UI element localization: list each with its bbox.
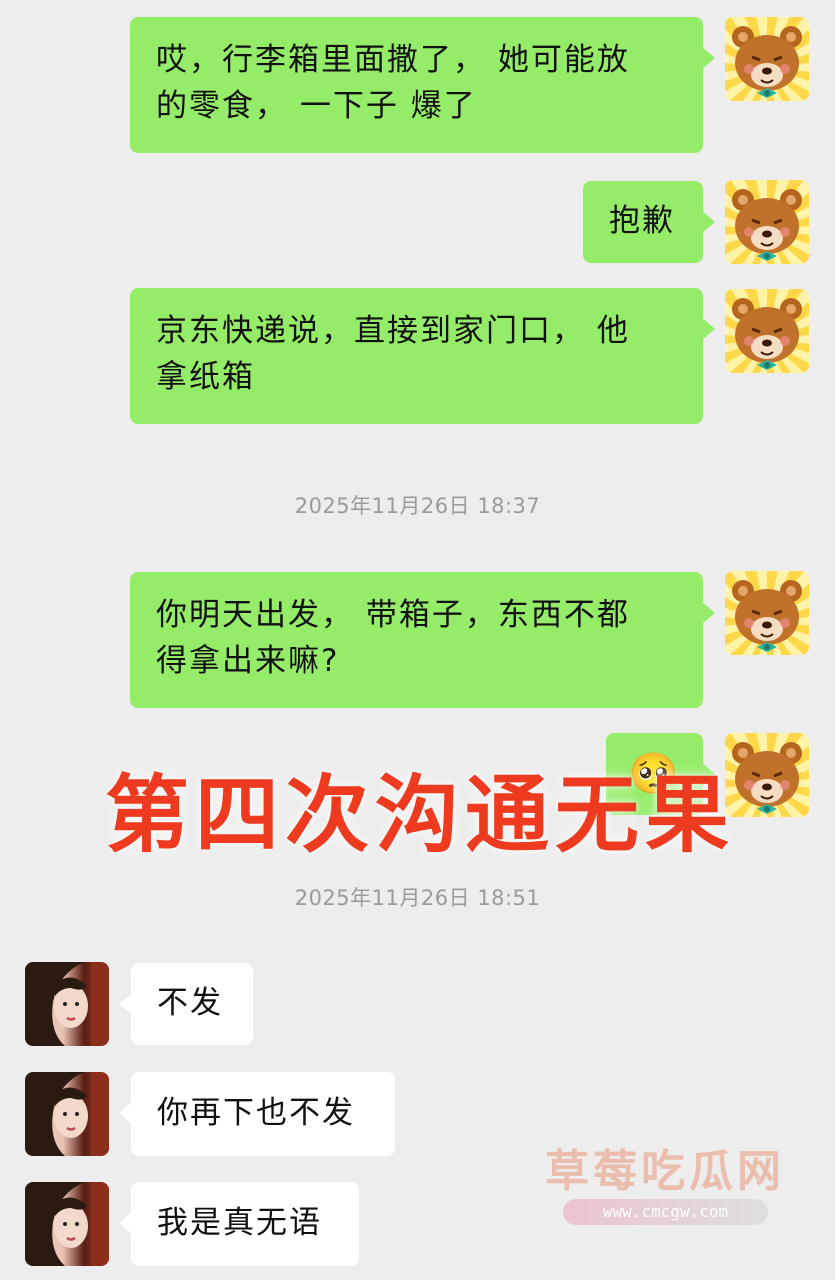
bear-avatar[interactable] bbox=[725, 180, 809, 264]
message-text: 抱歉 bbox=[609, 203, 675, 239]
bear-avatar[interactable] bbox=[725, 571, 809, 655]
message-text: 你明天出发， 带箱子，东西不都 bbox=[156, 597, 630, 633]
timestamp: 2025年11月26日 18:37 bbox=[294, 494, 541, 518]
message-text: 的零食， 一下子 爆了 bbox=[156, 88, 477, 124]
bear-avatar[interactable] bbox=[725, 289, 809, 373]
contact-avatar[interactable] bbox=[25, 1182, 109, 1266]
message-text: 你再下也不发 bbox=[157, 1095, 355, 1131]
chat-view: 哎，行李箱里面撒了， 她可能放 的零食， 一下子 爆了 抱歉 京东快递说，直接到… bbox=[0, 0, 835, 1280]
contact-avatar[interactable] bbox=[25, 962, 109, 1046]
message-bubble-outgoing[interactable]: 你明天出发， 带箱子，东西不都 得拿出来嘛? bbox=[130, 572, 715, 708]
bear-icon bbox=[732, 189, 802, 261]
timestamp: 2025年11月26日 18:51 bbox=[294, 886, 541, 910]
message-bubble-incoming[interactable]: 我是真无语 bbox=[119, 1182, 359, 1266]
woman-photo-icon bbox=[25, 1072, 109, 1156]
watermark-title: 草莓吃瓜网 bbox=[545, 1146, 785, 1197]
message-text: 不发 bbox=[157, 985, 223, 1021]
overlay-caption: 第四次沟通无果 bbox=[104, 766, 735, 864]
watermark: 草莓吃瓜网 www.cmcgw.com bbox=[535, 1135, 795, 1235]
message-bubble-outgoing[interactable]: 抱歉 bbox=[583, 181, 715, 263]
message-text: 拿纸箱 bbox=[156, 359, 255, 395]
contact-avatar[interactable] bbox=[25, 1072, 109, 1156]
woman-photo-icon bbox=[25, 1182, 109, 1266]
woman-photo-icon bbox=[25, 962, 109, 1046]
bear-avatar[interactable] bbox=[725, 17, 809, 101]
message-bubble-outgoing[interactable]: 哎，行李箱里面撒了， 她可能放 的零食， 一下子 爆了 bbox=[130, 17, 715, 153]
message-text: 哎，行李箱里面撒了， 她可能放 bbox=[156, 42, 630, 78]
watermark-url: www.cmcgw.com bbox=[563, 1199, 768, 1225]
message-bubble-outgoing[interactable]: 京东快递说，直接到家门口， 他 拿纸箱 bbox=[130, 288, 715, 424]
message-text: 京东快递说，直接到家门口， 他 bbox=[156, 313, 630, 349]
message-bubble-incoming[interactable]: 你再下也不发 bbox=[119, 1072, 395, 1156]
bear-icon bbox=[732, 298, 802, 370]
bear-icon bbox=[732, 580, 802, 652]
message-bubble-incoming[interactable]: 不发 bbox=[119, 963, 253, 1045]
message-text: 我是真无语 bbox=[157, 1205, 322, 1241]
bear-icon bbox=[732, 26, 802, 98]
message-text: 得拿出来嘛? bbox=[156, 643, 340, 679]
